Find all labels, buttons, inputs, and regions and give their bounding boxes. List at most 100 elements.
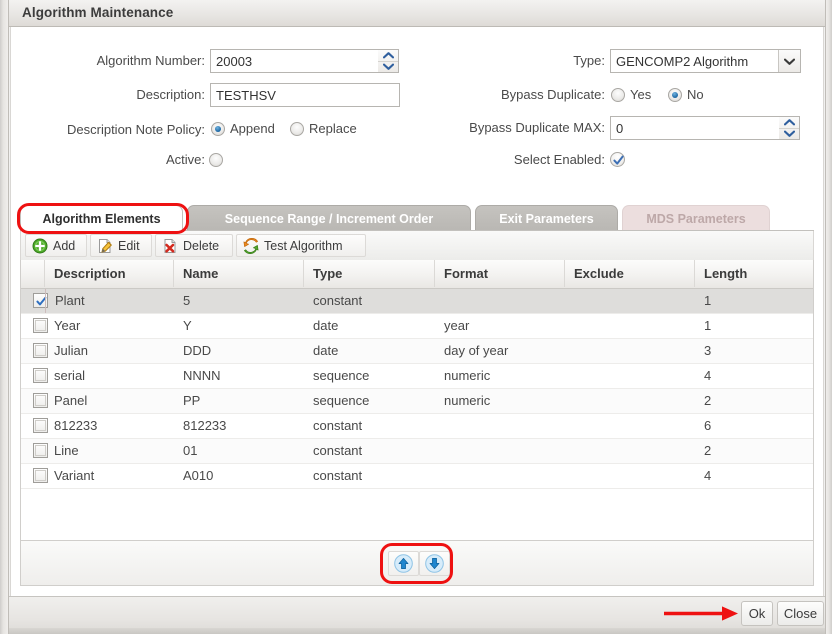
note-policy-replace-radio[interactable]	[290, 122, 304, 136]
select-enabled-label: Select Enabled:	[513, 152, 605, 167]
cell-exclude	[565, 339, 695, 363]
cell-name: 01	[183, 443, 198, 458]
delete-button-label: Delete	[183, 238, 220, 253]
table-row[interactable]: Plant 5 constant 1	[21, 289, 813, 314]
window-bottom-edge	[9, 628, 825, 634]
algorithm-number-input[interactable]	[210, 49, 379, 73]
note-policy-append-label[interactable]: Append	[230, 121, 275, 136]
tab-algorithm-elements[interactable]: Algorithm Elements	[20, 205, 183, 231]
chevron-up-icon[interactable]	[378, 50, 398, 61]
table-header-length[interactable]: Length	[695, 260, 813, 287]
test-algorithm-button-label: Test Algorithm	[264, 238, 343, 253]
bypass-duplicate-yes-radio[interactable]	[611, 88, 625, 102]
table-row[interactable]: serial NNNN sequence numeric 4	[21, 364, 813, 389]
table-row[interactable]: Julian DDD date day of year 3	[21, 339, 813, 364]
table-header-name[interactable]: Name	[174, 260, 304, 287]
chevron-down-icon[interactable]	[378, 60, 398, 73]
table-header-exclude[interactable]: Exclude	[565, 260, 695, 287]
edit-button-label: Edit	[118, 238, 140, 253]
tab-mds-parameters: MDS Parameters	[622, 205, 770, 231]
delete-page-icon	[164, 238, 176, 253]
cell-format	[435, 289, 565, 313]
add-button[interactable]: Add	[25, 234, 87, 257]
algorithm-number-label: Algorithm Number:	[96, 53, 205, 68]
window-left-edge	[0, 0, 9, 634]
tab-exit-parameters[interactable]: Exit Parameters	[475, 205, 618, 231]
cell-format	[435, 439, 565, 463]
bypass-duplicate-yes-label[interactable]: Yes	[630, 87, 651, 102]
table-header-format[interactable]: Format	[435, 260, 565, 287]
cell-name: A010	[183, 468, 214, 483]
cell-type: date	[313, 318, 339, 333]
cell-exclude	[565, 464, 695, 488]
window-right-edge	[825, 0, 832, 634]
add-circle-icon	[32, 238, 48, 253]
table-row[interactable]: 812233 812233 constant 6	[21, 414, 813, 439]
cell-type: constant	[313, 443, 363, 458]
active-radio[interactable]	[209, 153, 223, 167]
test-algorithm-button[interactable]: Test Algorithm	[236, 234, 366, 257]
cell-name: Y	[183, 318, 192, 333]
cell-type: sequence	[313, 368, 370, 383]
delete-button[interactable]: Delete	[155, 234, 233, 257]
cell-format: numeric	[444, 368, 491, 383]
type-select[interactable]: GENCOMP2 Algorithm	[610, 49, 801, 73]
cell-length: 1	[704, 293, 712, 308]
bypass-duplicate-no-label[interactable]: No	[687, 87, 704, 102]
table-row[interactable]: Line 01 constant 2	[21, 439, 813, 464]
cell-format: year	[444, 318, 470, 333]
arrow-up-circle-icon	[394, 554, 413, 573]
cell-exclude	[565, 364, 695, 388]
cell-type: constant	[313, 293, 363, 308]
cell-length: 1	[704, 318, 712, 333]
cell-exclude	[565, 439, 695, 463]
description-note-policy-label: Description Note Policy:	[67, 122, 205, 137]
cell-type: constant	[313, 418, 363, 433]
table-header-row: Description Name Type Format Exclude Len…	[21, 260, 813, 289]
algorithm-number-stepper[interactable]	[378, 49, 399, 73]
description-label: Description:	[136, 87, 205, 102]
table-header-description[interactable]: Description	[45, 260, 174, 287]
cell-name: PP	[183, 393, 201, 408]
cell-format	[435, 464, 565, 488]
cell-name: NNNN	[183, 368, 221, 383]
cell-exclude	[565, 289, 695, 313]
bypass-duplicate-max-input[interactable]	[610, 116, 780, 140]
chevron-up-icon[interactable]	[779, 117, 799, 128]
note-policy-replace-label[interactable]: Replace	[309, 121, 357, 136]
add-button-label: Add	[53, 238, 76, 253]
description-input[interactable]	[210, 83, 400, 107]
bypass-duplicate-max-stepper[interactable]	[779, 116, 800, 140]
select-enabled-checkbox[interactable]	[610, 152, 625, 167]
table-row[interactable]: Year Y date year 1	[21, 314, 813, 339]
elements-toolbar: Add Edit Delete Test Algorithm	[20, 231, 814, 260]
active-label: Active:	[165, 152, 205, 167]
table-row[interactable]: Panel PP sequence numeric 2	[21, 389, 813, 414]
cell-description: Line	[54, 443, 79, 458]
edit-button[interactable]: Edit	[90, 234, 152, 257]
cell-length: 4	[704, 468, 712, 483]
bypass-duplicate-no-radio[interactable]	[668, 88, 682, 102]
chevron-down-icon[interactable]	[778, 50, 800, 72]
window-title: Algorithm Maintenance	[22, 5, 174, 20]
arrow-down-circle-icon	[425, 554, 444, 573]
cell-type: sequence	[313, 393, 370, 408]
table-header-select	[21, 260, 45, 287]
move-down-button[interactable]	[419, 551, 450, 576]
note-policy-append-radio[interactable]	[211, 122, 225, 136]
ok-button[interactable]: Ok	[741, 601, 773, 626]
table-header-type[interactable]: Type	[304, 260, 435, 287]
cell-type: constant	[313, 468, 363, 483]
cell-description: serial	[54, 368, 86, 383]
cell-description: Julian	[54, 343, 88, 358]
algorithm-maintenance-window: Algorithm Maintenance Algorithm Number: …	[0, 0, 832, 634]
close-button[interactable]: Close	[777, 601, 824, 626]
table-row[interactable]: Variant A010 constant 4	[21, 464, 813, 489]
cell-name: DDD	[183, 343, 212, 358]
tab-sequence-range-increment-order[interactable]: Sequence Range / Increment Order	[187, 205, 471, 231]
chevron-down-icon[interactable]	[779, 127, 799, 140]
move-up-button[interactable]	[388, 551, 419, 576]
active-tab-joiner	[21, 230, 182, 232]
cell-length: 2	[704, 443, 712, 458]
cell-length: 3	[704, 343, 712, 358]
